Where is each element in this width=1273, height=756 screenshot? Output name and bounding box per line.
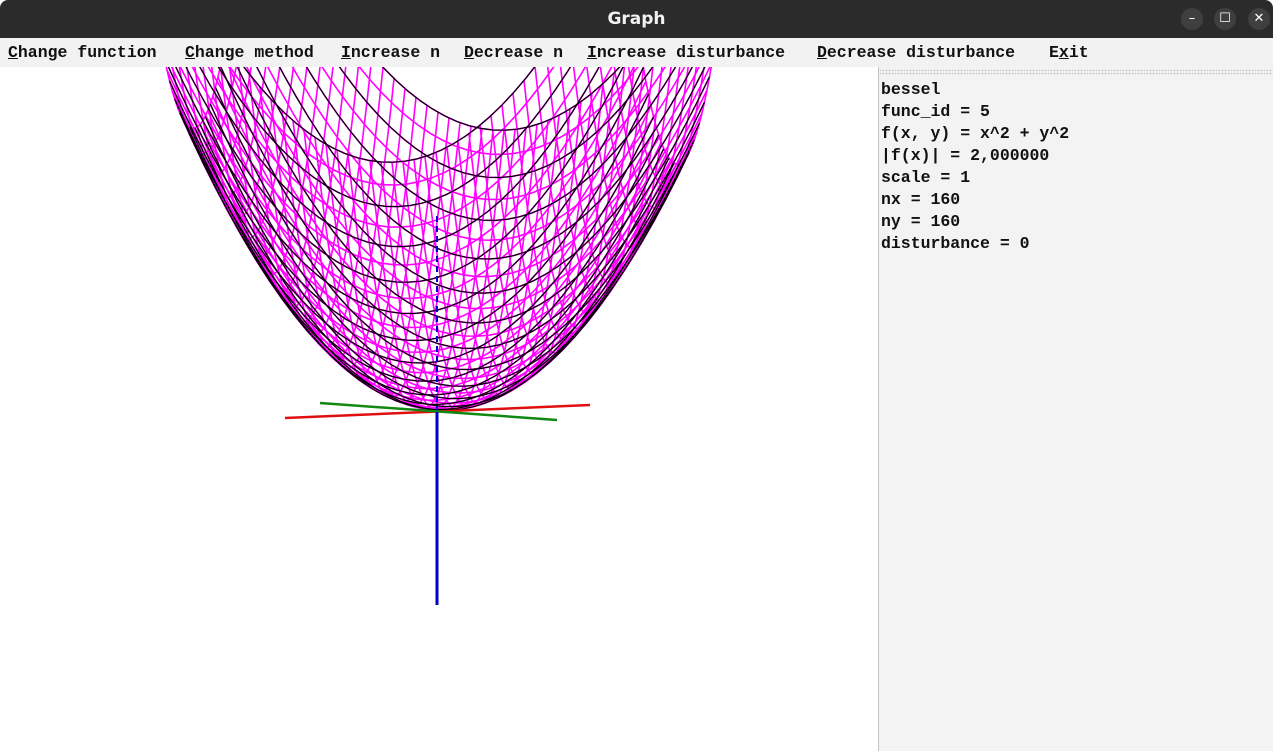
mesh-line — [330, 0, 673, 132]
mesh-line-dark — [164, 0, 634, 248]
menu-change-method[interactable]: Change method — [185, 43, 314, 62]
info-panel: bessel func_id = 5 f(x, y) = x^2 + y^2 |… — [878, 67, 1273, 751]
info-func-id: func_id = 5 — [881, 102, 990, 121]
info-formula: f(x, y) = x^2 + y^2 — [881, 124, 1070, 143]
panel-resize-edge — [879, 69, 1273, 75]
info-list: bessel func_id = 5 f(x, y) = x^2 + y^2 |… — [881, 79, 1069, 255]
window-title: Graph — [607, 9, 666, 29]
info-norm: |f(x)| = 2,000000 — [881, 146, 1050, 165]
menu-change-function[interactable]: Change function — [8, 43, 157, 62]
info-disturbance: disturbance = 0 — [881, 234, 1030, 253]
mesh-line — [164, 0, 634, 248]
mesh-line — [556, 3, 670, 285]
mesh-line-dark — [330, 0, 672, 131]
minimize-button[interactable]: – — [1181, 8, 1203, 30]
menu-increase-disturbance[interactable]: Increase disturbance — [587, 43, 785, 62]
close-button[interactable]: ✕ — [1248, 8, 1270, 30]
surface-plot — [153, 0, 723, 605]
info-scale: scale = 1 — [881, 168, 971, 187]
info-function-name: bessel — [881, 80, 941, 99]
menu-decrease-n[interactable]: Decrease n — [464, 43, 563, 62]
menu-bar: Change function Change method Increase n… — [0, 38, 1273, 67]
graph-canvas[interactable] — [0, 0, 878, 751]
menu-exit[interactable]: Exit — [1049, 43, 1089, 62]
info-nx: nx = 160 — [881, 190, 961, 209]
info-ny: ny = 160 — [881, 212, 961, 231]
maximize-button[interactable]: ☐ — [1214, 8, 1236, 30]
title-bar: Graph – ☐ ✕ — [0, 0, 1273, 38]
menu-increase-n[interactable]: Increase n — [341, 43, 440, 62]
menu-decrease-disturbance[interactable]: Decrease disturbance — [817, 43, 1015, 62]
